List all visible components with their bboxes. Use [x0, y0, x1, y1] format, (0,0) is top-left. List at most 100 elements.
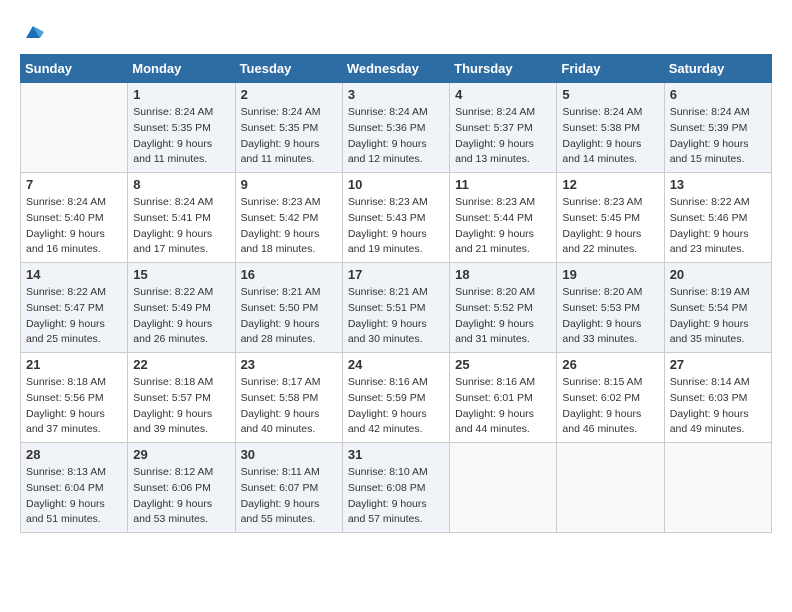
day-info: Sunrise: 8:20 AM Sunset: 5:53 PM Dayligh…	[562, 285, 658, 348]
calendar-week-row: 28 Sunrise: 8:13 AM Sunset: 6:04 PM Dayli…	[21, 443, 772, 533]
calendar-cell: 28 Sunrise: 8:13 AM Sunset: 6:04 PM Dayli…	[21, 443, 128, 533]
day-number: 1	[133, 87, 229, 102]
calendar-week-row: 14Sunrise: 8:22 AM Sunset: 5:47 PM Dayli…	[21, 263, 772, 353]
calendar-table: SundayMondayTuesdayWednesdayThursdayFrid…	[20, 54, 772, 533]
calendar-cell: 14Sunrise: 8:22 AM Sunset: 5:47 PM Dayli…	[21, 263, 128, 353]
day-info: Sunrise: 8:13 AM Sunset: 6:04 PM Dayligh…	[26, 465, 122, 528]
calendar-cell: 11 Sunrise: 8:23 AM Sunset: 5:44 PM Dayli…	[450, 173, 557, 263]
calendar-cell	[557, 443, 664, 533]
day-number: 3	[348, 87, 444, 102]
day-info: Sunrise: 8:18 AM Sunset: 5:57 PM Dayligh…	[133, 375, 229, 438]
day-info: Sunrise: 8:24 AM Sunset: 5:35 PM Dayligh…	[241, 105, 337, 168]
calendar-cell: 1 Sunrise: 8:24 AM Sunset: 5:35 PM Daylig…	[128, 83, 235, 173]
day-info: Sunrise: 8:24 AM Sunset: 5:41 PM Dayligh…	[133, 195, 229, 258]
calendar-cell: 9 Sunrise: 8:23 AM Sunset: 5:42 PM Daylig…	[235, 173, 342, 263]
day-number: 4	[455, 87, 551, 102]
calendar-cell: 23 Sunrise: 8:17 AM Sunset: 5:58 PM Dayli…	[235, 353, 342, 443]
day-number: 19	[562, 267, 658, 282]
day-info: Sunrise: 8:16 AM Sunset: 5:59 PM Dayligh…	[348, 375, 444, 438]
calendar-cell: 8Sunrise: 8:24 AM Sunset: 5:41 PM Daylig…	[128, 173, 235, 263]
day-number: 2	[241, 87, 337, 102]
calendar-cell: 18 Sunrise: 8:20 AM Sunset: 5:52 PM Dayli…	[450, 263, 557, 353]
weekday-header-wednesday: Wednesday	[342, 55, 449, 83]
day-info: Sunrise: 8:21 AM Sunset: 5:50 PM Dayligh…	[241, 285, 337, 348]
day-number: 27	[670, 357, 766, 372]
calendar-week-row: 21Sunrise: 8:18 AM Sunset: 5:56 PM Dayli…	[21, 353, 772, 443]
day-info: Sunrise: 8:22 AM Sunset: 5:47 PM Dayligh…	[26, 285, 122, 348]
day-number: 30	[241, 447, 337, 462]
day-info: Sunrise: 8:14 AM Sunset: 6:03 PM Dayligh…	[670, 375, 766, 438]
calendar-cell: 22 Sunrise: 8:18 AM Sunset: 5:57 PM Dayli…	[128, 353, 235, 443]
day-number: 12	[562, 177, 658, 192]
day-number: 7	[26, 177, 122, 192]
day-info: Sunrise: 8:24 AM Sunset: 5:38 PM Dayligh…	[562, 105, 658, 168]
calendar-cell	[21, 83, 128, 173]
day-info: Sunrise: 8:24 AM Sunset: 5:37 PM Dayligh…	[455, 105, 551, 168]
weekday-header-thursday: Thursday	[450, 55, 557, 83]
day-info: Sunrise: 8:23 AM Sunset: 5:43 PM Dayligh…	[348, 195, 444, 258]
day-number: 9	[241, 177, 337, 192]
day-number: 25	[455, 357, 551, 372]
calendar-cell: 6 Sunrise: 8:24 AM Sunset: 5:39 PM Daylig…	[664, 83, 771, 173]
calendar-cell: 17 Sunrise: 8:21 AM Sunset: 5:51 PM Dayli…	[342, 263, 449, 353]
page-header	[20, 20, 772, 38]
day-info: Sunrise: 8:10 AM Sunset: 6:08 PM Dayligh…	[348, 465, 444, 528]
calendar-cell: 27 Sunrise: 8:14 AM Sunset: 6:03 PM Dayli…	[664, 353, 771, 443]
day-number: 18	[455, 267, 551, 282]
weekday-header-saturday: Saturday	[664, 55, 771, 83]
weekday-header-monday: Monday	[128, 55, 235, 83]
calendar-cell: 2 Sunrise: 8:24 AM Sunset: 5:35 PM Daylig…	[235, 83, 342, 173]
calendar-cell: 16 Sunrise: 8:21 AM Sunset: 5:50 PM Dayli…	[235, 263, 342, 353]
weekday-header-tuesday: Tuesday	[235, 55, 342, 83]
calendar-cell: 3 Sunrise: 8:24 AM Sunset: 5:36 PM Daylig…	[342, 83, 449, 173]
calendar-cell: 21Sunrise: 8:18 AM Sunset: 5:56 PM Dayli…	[21, 353, 128, 443]
calendar-cell: 29 Sunrise: 8:12 AM Sunset: 6:06 PM Dayli…	[128, 443, 235, 533]
day-number: 6	[670, 87, 766, 102]
day-info: Sunrise: 8:23 AM Sunset: 5:42 PM Dayligh…	[241, 195, 337, 258]
day-info: Sunrise: 8:17 AM Sunset: 5:58 PM Dayligh…	[241, 375, 337, 438]
calendar-cell: 13 Sunrise: 8:22 AM Sunset: 5:46 PM Dayli…	[664, 173, 771, 263]
calendar-cell: 7Sunrise: 8:24 AM Sunset: 5:40 PM Daylig…	[21, 173, 128, 263]
day-info: Sunrise: 8:21 AM Sunset: 5:51 PM Dayligh…	[348, 285, 444, 348]
day-number: 28	[26, 447, 122, 462]
day-info: Sunrise: 8:19 AM Sunset: 5:54 PM Dayligh…	[670, 285, 766, 348]
day-info: Sunrise: 8:12 AM Sunset: 6:06 PM Dayligh…	[133, 465, 229, 528]
day-number: 13	[670, 177, 766, 192]
calendar-cell: 26Sunrise: 8:15 AM Sunset: 6:02 PM Dayli…	[557, 353, 664, 443]
day-info: Sunrise: 8:23 AM Sunset: 5:45 PM Dayligh…	[562, 195, 658, 258]
day-number: 20	[670, 267, 766, 282]
day-info: Sunrise: 8:24 AM Sunset: 5:36 PM Dayligh…	[348, 105, 444, 168]
day-info: Sunrise: 8:18 AM Sunset: 5:56 PM Dayligh…	[26, 375, 122, 438]
day-number: 23	[241, 357, 337, 372]
day-number: 29	[133, 447, 229, 462]
calendar-cell: 20 Sunrise: 8:19 AM Sunset: 5:54 PM Dayli…	[664, 263, 771, 353]
day-number: 22	[133, 357, 229, 372]
day-info: Sunrise: 8:22 AM Sunset: 5:46 PM Dayligh…	[670, 195, 766, 258]
day-number: 24	[348, 357, 444, 372]
calendar-week-row: 7Sunrise: 8:24 AM Sunset: 5:40 PM Daylig…	[21, 173, 772, 263]
weekday-header-friday: Friday	[557, 55, 664, 83]
logo-icon	[22, 20, 44, 42]
day-number: 31	[348, 447, 444, 462]
calendar-cell: 25 Sunrise: 8:16 AM Sunset: 6:01 PM Dayli…	[450, 353, 557, 443]
calendar-cell: 4 Sunrise: 8:24 AM Sunset: 5:37 PM Daylig…	[450, 83, 557, 173]
day-number: 5	[562, 87, 658, 102]
calendar-cell: 12 Sunrise: 8:23 AM Sunset: 5:45 PM Dayli…	[557, 173, 664, 263]
logo	[20, 20, 44, 38]
day-info: Sunrise: 8:16 AM Sunset: 6:01 PM Dayligh…	[455, 375, 551, 438]
day-info: Sunrise: 8:23 AM Sunset: 5:44 PM Dayligh…	[455, 195, 551, 258]
day-info: Sunrise: 8:24 AM Sunset: 5:35 PM Dayligh…	[133, 105, 229, 168]
day-number: 17	[348, 267, 444, 282]
calendar-cell: 19 Sunrise: 8:20 AM Sunset: 5:53 PM Dayli…	[557, 263, 664, 353]
day-info: Sunrise: 8:22 AM Sunset: 5:49 PM Dayligh…	[133, 285, 229, 348]
calendar-cell: 5 Sunrise: 8:24 AM Sunset: 5:38 PM Daylig…	[557, 83, 664, 173]
weekday-header-sunday: Sunday	[21, 55, 128, 83]
day-info: Sunrise: 8:15 AM Sunset: 6:02 PM Dayligh…	[562, 375, 658, 438]
day-info: Sunrise: 8:24 AM Sunset: 5:39 PM Dayligh…	[670, 105, 766, 168]
day-number: 16	[241, 267, 337, 282]
day-number: 11	[455, 177, 551, 192]
calendar-cell: 10Sunrise: 8:23 AM Sunset: 5:43 PM Dayli…	[342, 173, 449, 263]
calendar-cell: 24 Sunrise: 8:16 AM Sunset: 5:59 PM Dayli…	[342, 353, 449, 443]
day-info: Sunrise: 8:11 AM Sunset: 6:07 PM Dayligh…	[241, 465, 337, 528]
day-info: Sunrise: 8:20 AM Sunset: 5:52 PM Dayligh…	[455, 285, 551, 348]
